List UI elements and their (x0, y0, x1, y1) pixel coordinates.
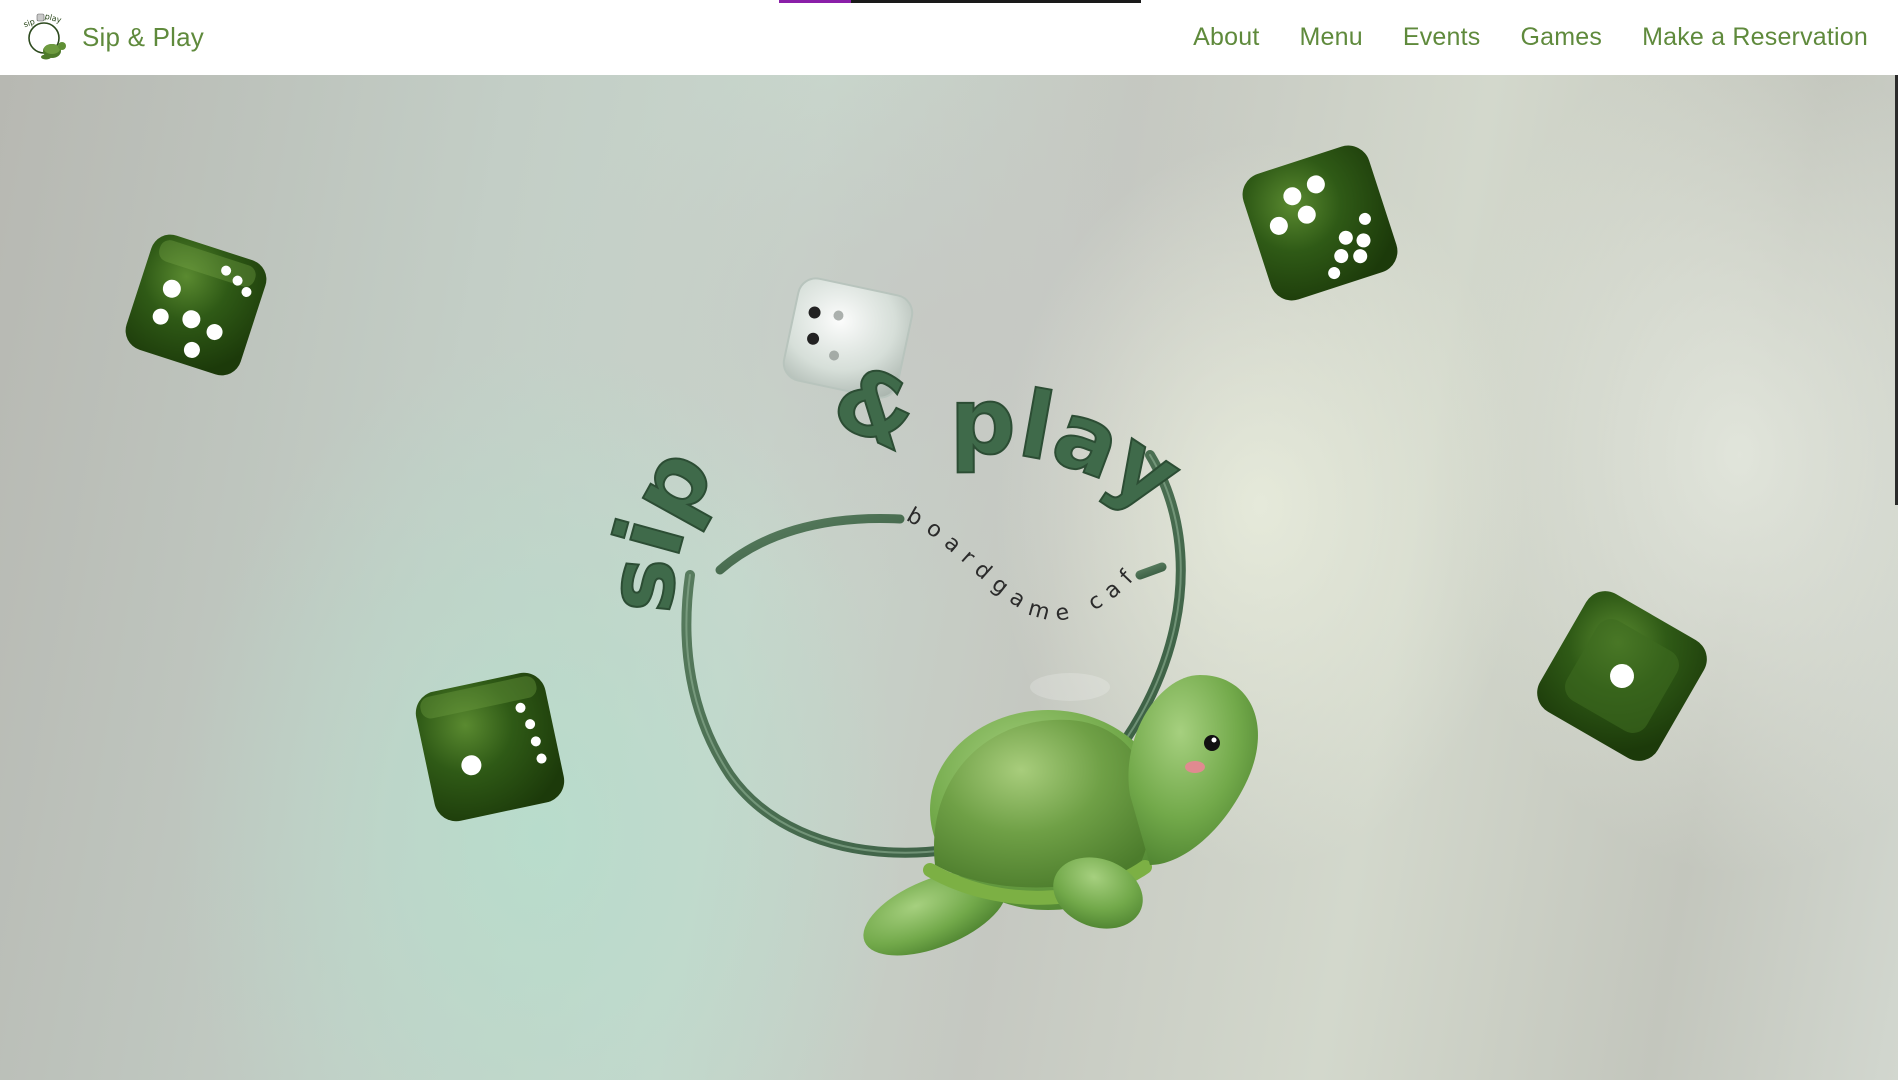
nav-link-events[interactable]: Events (1403, 23, 1481, 52)
logo-inner-arc (1135, 562, 1167, 580)
logo-word-play: play (950, 368, 1200, 531)
logo-word-sip: sip (586, 430, 734, 617)
green-die-icon (415, 672, 565, 822)
hero-section: sip & play boardgame cafe (0, 75, 1898, 1080)
scroll-progress-fill (779, 0, 852, 3)
scroll-progress-bar (779, 0, 1141, 3)
nav-link-about[interactable]: About (1193, 23, 1259, 52)
turtle-icon (863, 673, 1258, 956)
green-die-icon (125, 234, 267, 376)
nav-link-games[interactable]: Games (1520, 23, 1602, 52)
nav-link-menu[interactable]: Menu (1299, 23, 1362, 52)
sip-and-play-logo-icon: sip play (22, 12, 66, 59)
nav-link-make-a-reservation[interactable]: Make a Reservation (1642, 23, 1868, 52)
brand-home-link[interactable]: sip play Sip & Play (22, 12, 204, 64)
green-die-icon (1537, 591, 1707, 761)
brand-name: Sip & Play (82, 22, 204, 52)
green-die-icon (1242, 145, 1398, 301)
top-navigation-bar: sip play Sip & Play About Menu Events Ga… (0, 0, 1898, 75)
logo-inner-arc (715, 514, 905, 575)
hero-illustration: sip & play boardgame cafe (0, 75, 1707, 956)
main-nav: About Menu Events Games Make a Reservati… (1193, 23, 1868, 52)
